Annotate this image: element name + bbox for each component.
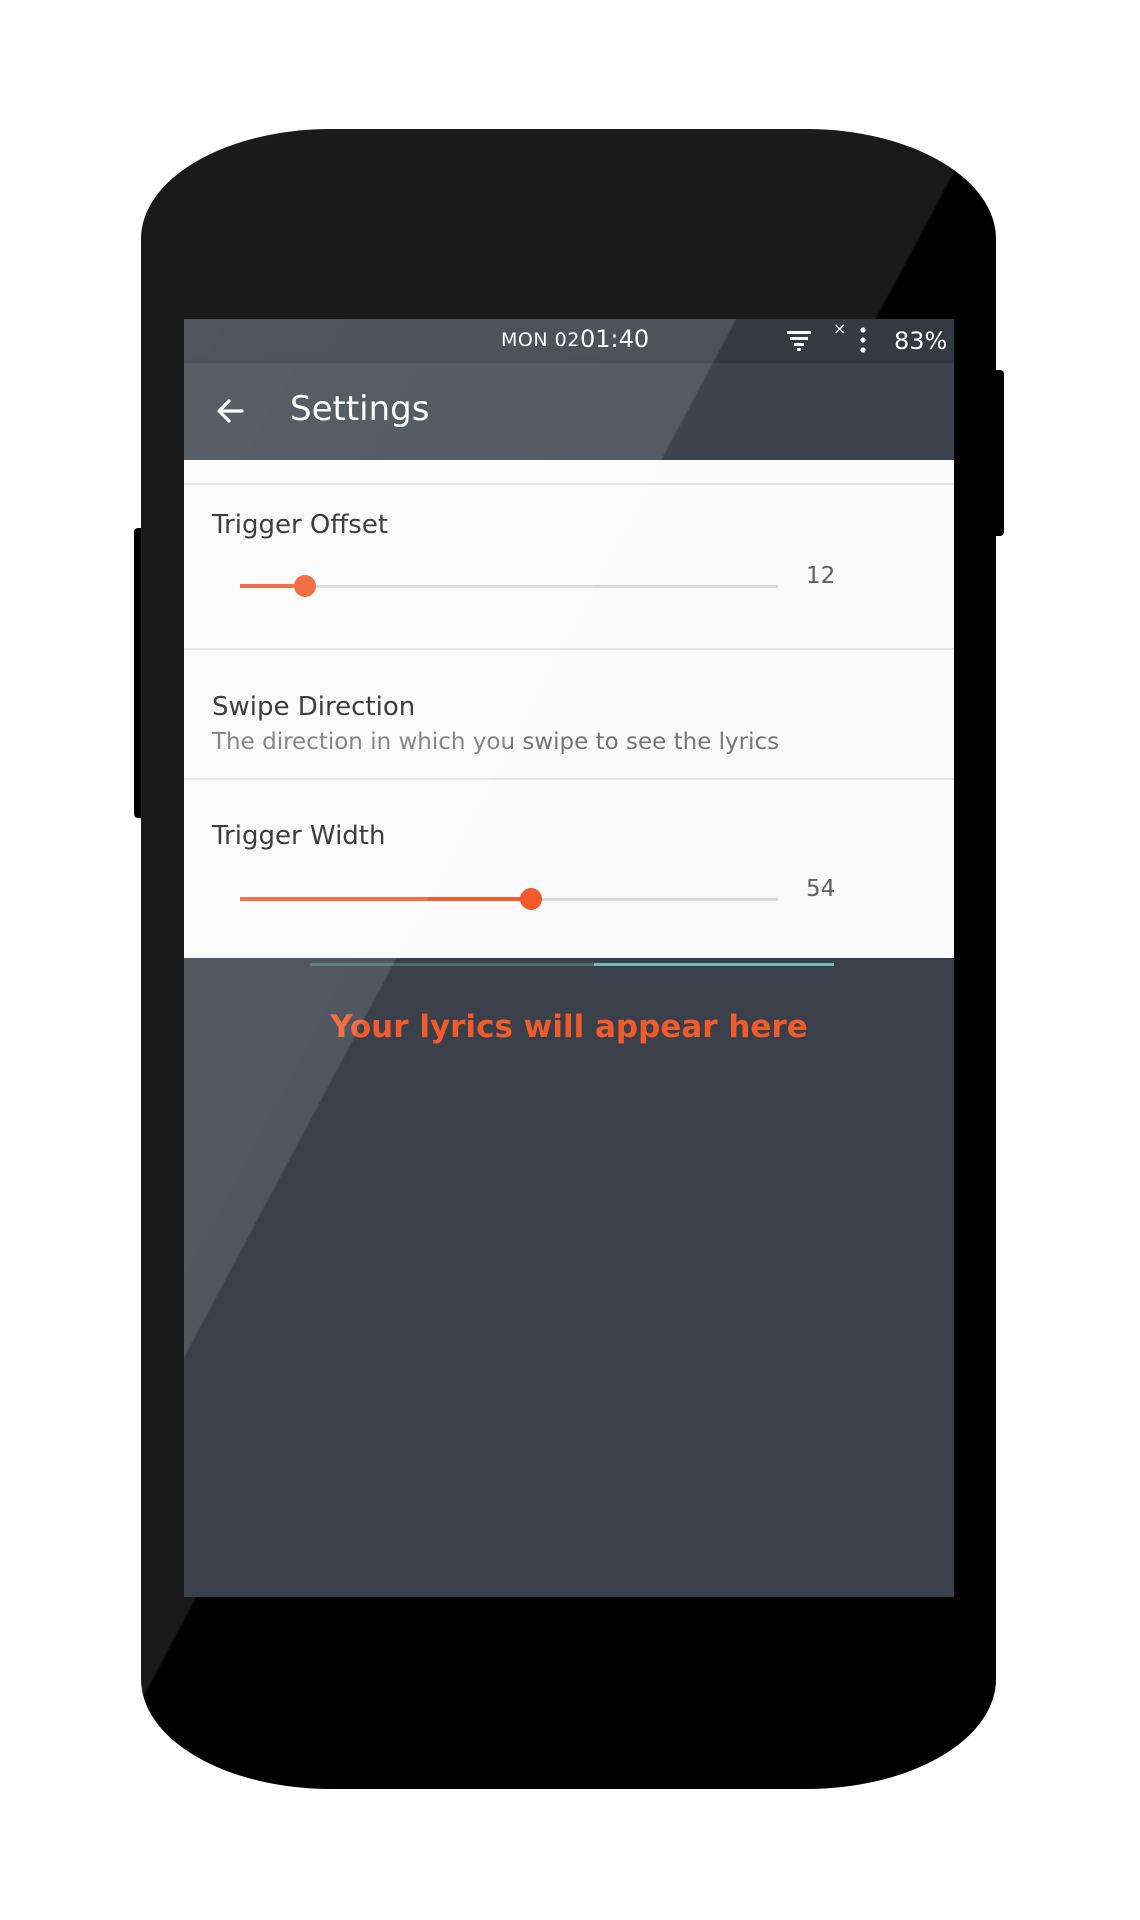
status-time: 01:40: [580, 325, 650, 353]
settings-panel: Trigger Offset 12 Swipe Direction The di…: [184, 460, 954, 958]
battery-level: 83%: [894, 327, 948, 355]
trigger-width-value: 54: [806, 876, 836, 902]
notification-close-icon[interactable]: ×: [833, 319, 846, 338]
status-bar: MON 02 01:40 × 83%: [184, 319, 954, 363]
divider: [184, 483, 954, 485]
status-date: MON 02: [501, 329, 580, 351]
trigger-offset-value: 12: [806, 563, 836, 589]
lyrics-placeholder: Your lyrics will appear here: [330, 1009, 808, 1045]
divider: [184, 778, 954, 780]
tab-indicator-track: [310, 963, 594, 966]
trigger-width-slider[interactable]: [240, 884, 778, 914]
pref-summary-swipe-direction: The direction in which you swipe to see …: [212, 729, 780, 755]
pref-title-trigger-width: Trigger Width: [212, 821, 386, 851]
page-title: Settings: [290, 389, 430, 429]
wifi-icon: [787, 331, 811, 351]
app-bar: Settings: [184, 363, 954, 460]
tab-indicator-active: [594, 963, 834, 966]
slider-fill: [240, 897, 531, 901]
slider-thumb[interactable]: [294, 575, 316, 597]
arrow-back-icon[interactable]: [214, 395, 246, 427]
pref-title-trigger-offset: Trigger Offset: [212, 510, 389, 540]
more-vert-icon[interactable]: [860, 327, 866, 353]
slider-thumb[interactable]: [520, 888, 542, 910]
slider-track: [240, 585, 778, 588]
pref-title-swipe-direction: Swipe Direction: [212, 692, 416, 722]
phone-screen: MON 02 01:40 × 83% Settings Trigger Offs…: [184, 319, 954, 1597]
trigger-offset-slider[interactable]: [240, 571, 778, 601]
divider: [184, 648, 954, 650]
